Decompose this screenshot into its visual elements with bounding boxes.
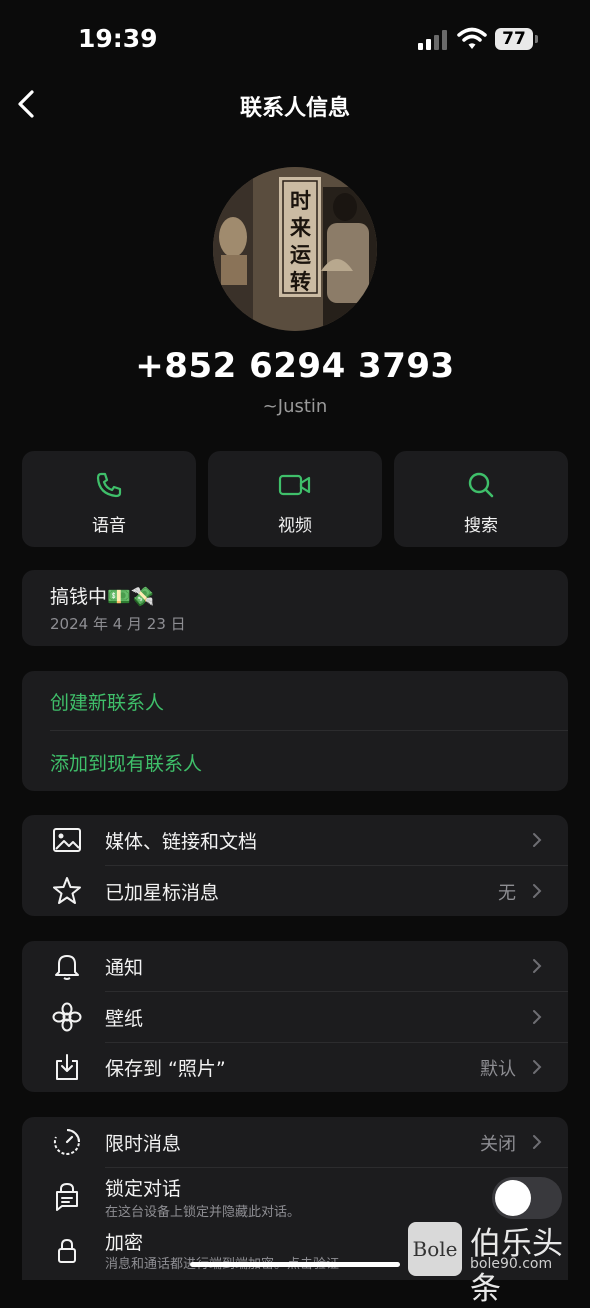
- wifi-icon: [457, 27, 487, 51]
- flower-icon: [52, 1002, 82, 1032]
- timer-icon: [53, 1129, 80, 1155]
- watermark-url: bole90.com: [470, 1256, 553, 1272]
- disappearing-messages-value: 关闭: [480, 1134, 516, 1155]
- about-card: 搞钱中💵💸 2024 年 4 月 23 日: [22, 570, 568, 646]
- chevron-right-icon: [533, 1135, 542, 1149]
- media-links-docs-label: 媒体、链接和文档: [105, 831, 258, 853]
- settings-card: 通知 壁纸 保存到 “照片” 默认: [22, 941, 568, 1092]
- lock-chat-description: 在这台设备上锁定并隐藏此对话。: [105, 1205, 301, 1220]
- contact-actions-card: 创建新联系人 添加到现有联系人: [22, 671, 568, 791]
- wallpaper-label: 壁纸: [105, 1008, 144, 1030]
- media-starred-card: 媒体、链接和文档 已加星标消息 无: [22, 815, 568, 916]
- search-button[interactable]: 搜索: [394, 451, 568, 547]
- search-label: 搜索: [464, 516, 498, 536]
- save-to-photos-value: 默认: [480, 1059, 516, 1080]
- chevron-right-icon: [533, 959, 542, 973]
- avatar-calligraphy: 时来运转: [290, 188, 311, 294]
- add-to-existing-contact-link[interactable]: 添加到现有联系人: [50, 749, 202, 776]
- lock-chat-toggle[interactable]: [492, 1177, 562, 1219]
- battery-indicator: 77: [495, 28, 533, 50]
- status-bar: 19:39 77: [0, 0, 590, 80]
- battery-tip: [535, 35, 538, 43]
- wallpaper-row[interactable]: 壁纸: [22, 992, 568, 1042]
- notifications-label: 通知: [105, 957, 144, 979]
- chevron-right-icon: [533, 884, 542, 898]
- watermark: Bole 伯乐头条 bole90.com: [408, 1218, 590, 1307]
- bell-icon: [55, 955, 79, 980]
- contact-alias: ~Justin: [262, 396, 328, 417]
- lock-chat-icon: [56, 1182, 78, 1211]
- starred-messages-value: 无: [498, 883, 516, 904]
- chevron-right-icon: [533, 1010, 542, 1024]
- cellular-signal-icon: [418, 30, 452, 50]
- create-contact-link[interactable]: 创建新联系人: [50, 688, 164, 715]
- image-icon: [53, 828, 81, 852]
- star-icon: [53, 877, 81, 904]
- status-time: 19:39: [78, 24, 158, 53]
- lock-icon: [58, 1238, 76, 1263]
- encryption-label: 加密: [105, 1232, 144, 1254]
- phone-icon: [96, 472, 122, 498]
- video-call-label: 视频: [278, 516, 312, 536]
- chevron-right-icon: [533, 1060, 542, 1074]
- voice-call-label: 语音: [92, 516, 126, 536]
- avatar[interactable]: 时来运转: [213, 167, 377, 331]
- navigation-bar: 联系人信息: [0, 80, 590, 130]
- voice-call-button[interactable]: 语音: [22, 451, 196, 547]
- notifications-row[interactable]: 通知: [22, 941, 568, 991]
- page-title: 联系人信息: [239, 96, 350, 121]
- toggle-knob: [495, 1180, 531, 1216]
- watermark-logo: Bole: [408, 1222, 462, 1276]
- about-text: 搞钱中💵💸: [50, 586, 155, 608]
- video-icon: [278, 474, 311, 496]
- search-icon: [468, 472, 494, 498]
- home-indicator[interactable]: [190, 1262, 400, 1267]
- download-icon: [56, 1054, 78, 1080]
- lock-chat-row: 锁定对话 在这台设备上锁定并隐藏此对话。: [22, 1168, 568, 1224]
- starred-messages-label: 已加星标消息: [105, 882, 220, 904]
- starred-messages-row[interactable]: 已加星标消息 无: [22, 866, 568, 916]
- contact-phone: +852 6294 3793: [135, 346, 455, 386]
- save-to-photos-row[interactable]: 保存到 “照片” 默认: [22, 1042, 568, 1092]
- about-date: 2024 年 4 月 23 日: [50, 615, 186, 633]
- lock-chat-label: 锁定对话: [105, 1178, 182, 1200]
- disappearing-messages-label: 限时消息: [105, 1133, 182, 1155]
- media-links-docs-row[interactable]: 媒体、链接和文档: [22, 815, 568, 865]
- video-call-button[interactable]: 视频: [208, 451, 382, 547]
- save-to-photos-label: 保存到 “照片”: [105, 1058, 226, 1080]
- disappearing-messages-row[interactable]: 限时消息 关闭: [22, 1117, 568, 1167]
- chevron-right-icon: [533, 833, 542, 847]
- divider: [50, 730, 568, 731]
